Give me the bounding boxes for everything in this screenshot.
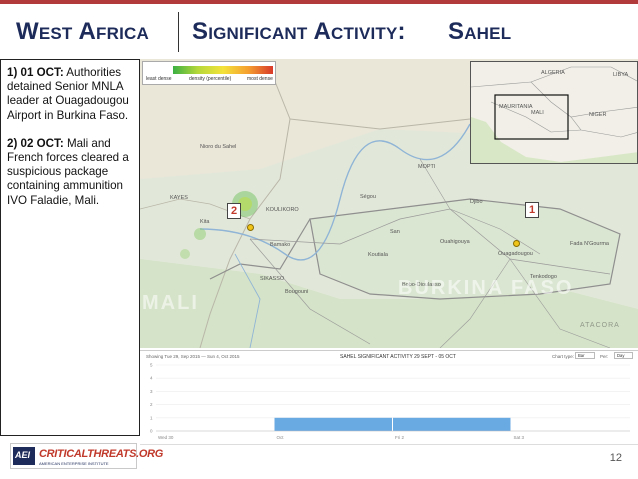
activity-item-2: 2) 02 OCT: Mali and French forces cleare… [7,137,133,208]
inset-label-libya: LIBYA [613,72,629,78]
inset-label-niger: NIGER [589,112,607,118]
map-label-atacora: ATACORA [580,322,620,329]
density-legend: least dense density (percentile) most de… [142,61,276,85]
chart-x-tick-label: Oct [277,435,285,440]
area-title: Sahel [448,18,512,45]
inset-label-mali: MALI [531,110,544,116]
map-label-djibo: Djibo [470,199,483,205]
chart-bar[interactable] [393,417,511,431]
aei-logo-text: AEI [15,450,31,460]
chart-x-tick-label: Wed 30 [158,435,174,440]
chart-y-tick-label: 2 [150,402,153,407]
page-number: 12 [609,452,622,464]
criticalthreats-wordmark: CRITICALTHREATS.ORG [39,448,164,460]
region-title: West Africa [16,18,149,45]
chart-bar[interactable] [274,417,393,431]
map-label-ouahigouya: Ouahigouya [440,239,470,245]
event-dot-ouagadougou[interactable] [513,240,520,247]
map-label-kita: Kita [200,219,210,225]
map-label-san: San [390,229,400,235]
map-label-bamako: Bamako [270,242,291,248]
chart-y-tick-label: 0 [150,429,153,434]
event-dot-bamako[interactable] [247,224,254,231]
activity-chart: Showing Tue 29, Sep 2015 — Sun 4, Oct 20… [140,350,638,445]
activity-2-date: 2) 02 OCT: [7,136,64,150]
locator-inset-map: ALGERIA LIBYA MAURITANIA MALI NIGER [470,61,638,164]
title-divider [178,12,179,52]
map-label-koutiala: Koutiala [368,252,388,258]
activity-panel: 1) 01 OCT: Authorities detained Senior M… [0,59,140,436]
chart-plot: 5 4 3 2 1 0 Wed 30 Oct Fri 2 Sat 3 [150,363,630,440]
map-label-fada: Fada N'Gourma [570,241,609,247]
activity-item-1: 1) 01 OCT: Authorities detained Senior M… [7,66,133,123]
map-label-segou: Ségou [360,194,376,200]
chart-y-tick-label: 4 [150,376,153,381]
map-label-kayes: KAYES [170,195,188,201]
map-label-sikasso: SIKASSO [260,276,285,282]
density-gradient [173,66,273,74]
map-label-mopti: MOPTI [418,164,436,170]
chart-x-tick-label: Sat 3 [514,435,525,440]
map-label-bougouni: Bougouni [285,289,309,295]
map-label-ouagadougou: Ouagadougou [498,251,533,257]
event-marker-1[interactable]: 1 [525,202,539,218]
chart-y-tick-label: 3 [150,389,153,394]
map-label-burkina-faso: BURKINA FASO [398,277,574,299]
criticalthreats-logo[interactable]: AEI CRITICALTHREATS.ORG AMERICAN ENTERPR… [10,443,163,469]
activity-1-date: 1) 01 OCT: [7,66,64,79]
slide-header: West Africa Significant Activity: Sahel [0,4,638,54]
map-label-koulikoro: KOULIKORO [266,207,299,213]
logo-subtitle: AMERICAN ENTERPRISE INSTITUTE [39,461,109,466]
legend-mid: density (percentile) [189,76,232,82]
chart-y-tick-label: 1 [150,415,153,420]
event-marker-2[interactable]: 2 [227,203,241,219]
topic-title: Significant Activity: [192,18,406,45]
footer-divider [140,444,638,445]
chart-y-tick-label: 5 [150,363,153,368]
legend-most: most dense [247,76,273,82]
map-label-nioro: Nioro du Sahel [200,144,237,150]
legend-least: least dense [146,76,172,82]
map-label-mali-fragment: MALI [142,292,199,314]
chart-x-tick-label: Fri 2 [395,435,404,440]
inset-label-mauritania: MAURITANIA [499,104,533,110]
inset-label-algeria: ALGERIA [541,70,565,76]
